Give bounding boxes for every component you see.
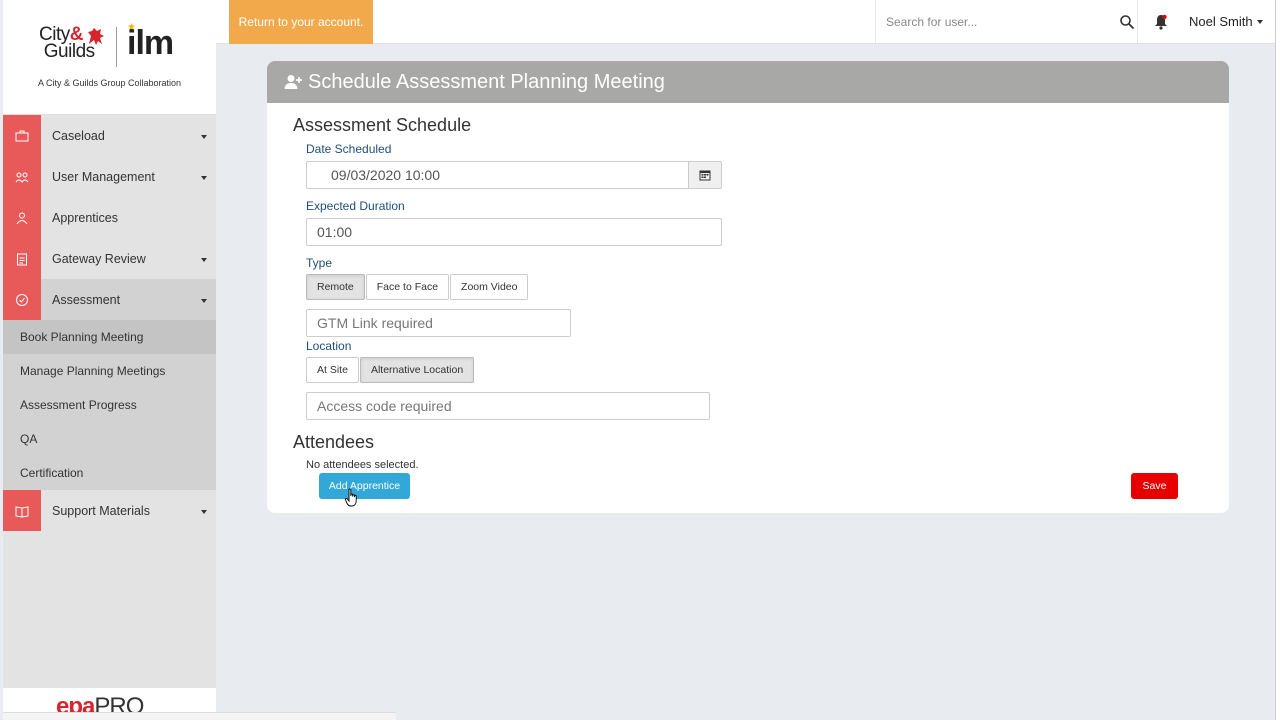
hand-cursor-icon — [345, 488, 357, 507]
caret-down-icon — [1256, 20, 1263, 24]
assessment-schedule-heading: Assessment Schedule — [293, 115, 472, 135]
caret-down-icon — [201, 510, 207, 514]
add-apprentice-button[interactable]: Add Apprentice — [319, 473, 410, 499]
submenu-certification[interactable]: Certification — [3, 456, 216, 490]
ilm-logo: ★ ilm — [127, 22, 174, 62]
panel-header: Schedule Assessment Planning Meeting — [267, 61, 1229, 103]
caret-down-icon — [201, 299, 207, 303]
sidebar-item-label: Caseload — [52, 128, 105, 143]
sidebar-item-label: Support Materials — [52, 503, 150, 518]
brand-logo: City& Guilds ★ ilm A City & Guilds Group … — [3, 0, 216, 115]
expected-duration-input[interactable] — [306, 218, 722, 246]
type-toggle-group: Remote Face to Face Zoom Video — [306, 274, 529, 300]
submenu-assessment-progress[interactable]: Assessment Progress — [3, 388, 216, 422]
gtm-link-input[interactable] — [306, 309, 571, 337]
calendar-button[interactable] — [688, 161, 722, 189]
sidebar-item-label: Gateway Review — [52, 251, 146, 266]
sidebar-item-label: User Management — [52, 169, 155, 184]
users-icon — [3, 156, 41, 197]
sidebar-item-label: Apprentices — [52, 210, 119, 225]
search-input[interactable] — [886, 12, 1106, 32]
clipboard-icon — [3, 238, 41, 279]
page-title: Schedule Assessment Planning Meeting — [308, 70, 665, 93]
date-scheduled-label: Date Scheduled — [306, 142, 392, 156]
lion-icon — [88, 28, 104, 45]
schedule-meeting-panel: Schedule Assessment Planning Meeting Ass… — [267, 61, 1229, 513]
sidebar-item-support-materials[interactable]: Support Materials — [3, 490, 216, 531]
caret-down-icon — [201, 176, 207, 180]
sidebar-item-user-management[interactable]: User Management — [3, 156, 216, 197]
return-to-account-button[interactable]: Return to your account. — [229, 0, 373, 44]
browser-status-bar — [3, 712, 396, 720]
sidebar-item-caseload[interactable]: Caseload — [3, 115, 216, 156]
assessment-submenu: Book Planning Meeting Manage Planning Me… — [3, 320, 216, 490]
caret-down-icon — [201, 258, 207, 262]
type-remote-button[interactable]: Remote — [306, 274, 365, 300]
sidebar-item-label: Assessment — [52, 292, 121, 307]
submenu-qa[interactable]: QA — [3, 422, 216, 456]
logo-divider — [116, 27, 117, 67]
calendar-icon — [699, 170, 711, 181]
sidebar-item-gateway-review[interactable]: Gateway Review — [3, 238, 216, 279]
sidebar: City& Guilds ★ ilm A City & Guilds Group … — [3, 0, 216, 720]
top-bar: Return to your account. Noel Smith — [216, 0, 1275, 44]
sidebar-item-assessment[interactable]: Assessment — [3, 279, 216, 320]
scrollbar[interactable] — [1275, 0, 1280, 720]
submenu-book-planning-meeting[interactable]: Book Planning Meeting — [3, 320, 216, 354]
book-icon — [3, 490, 41, 531]
no-attendees-text: No attendees selected. — [306, 459, 419, 471]
user-search — [875, 0, 1138, 44]
access-code-input[interactable] — [306, 392, 710, 420]
user-name: Noel Smith — [1189, 14, 1253, 29]
location-at-site-button[interactable]: At Site — [306, 357, 359, 383]
briefcase-icon — [3, 115, 41, 156]
user-menu[interactable]: Noel Smith — [1189, 0, 1263, 44]
location-toggle-group: At Site Alternative Location — [306, 357, 475, 383]
type-face-to-face-button[interactable]: Face to Face — [365, 274, 450, 300]
type-label: Type — [306, 256, 333, 270]
caret-down-icon — [201, 135, 207, 139]
sidebar-item-apprentices[interactable]: Apprentices — [3, 197, 216, 238]
date-scheduled-input[interactable] — [306, 161, 689, 189]
location-label: Location — [306, 339, 352, 353]
save-button[interactable]: Save — [1131, 473, 1178, 499]
bell-icon[interactable] — [1154, 14, 1168, 30]
type-zoom-video-button[interactable]: Zoom Video — [450, 274, 529, 300]
user-icon — [3, 197, 41, 238]
user-plus-icon — [284, 75, 302, 89]
check-circle-icon — [3, 279, 41, 320]
location-alternative-button[interactable]: Alternative Location — [359, 357, 475, 383]
attendees-heading: Attendees — [293, 432, 375, 452]
brand-tagline: A City & Guilds Group Collaboration — [37, 78, 182, 88]
submenu-manage-planning-meetings[interactable]: Manage Planning Meetings — [3, 354, 216, 388]
expected-duration-label: Expected Duration — [306, 199, 405, 213]
search-icon[interactable] — [1119, 14, 1135, 30]
